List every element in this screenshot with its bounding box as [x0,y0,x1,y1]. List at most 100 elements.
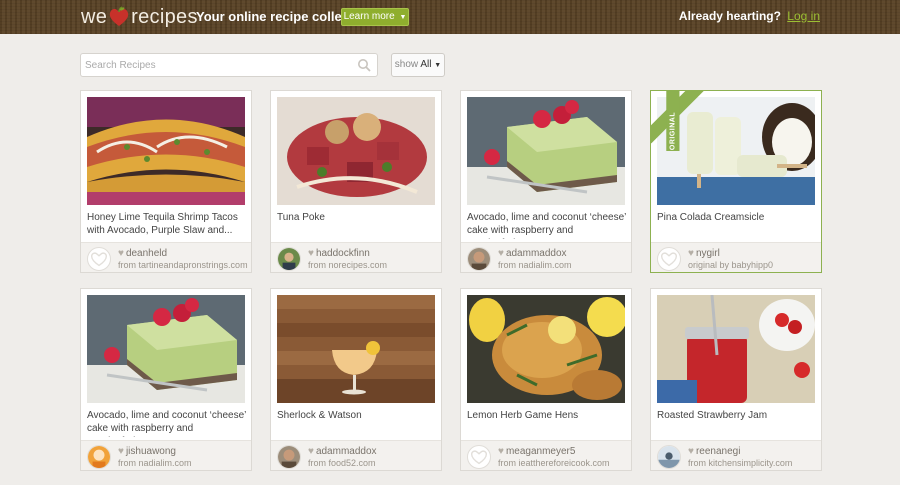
avatar[interactable] [277,445,301,469]
show-label: show [394,59,419,70]
heart-icon: ♥ [688,248,694,259]
search-icon[interactable] [357,58,371,72]
heart-outline-icon [90,252,108,267]
show-filter-dropdown[interactable]: show All ▼ [391,53,445,77]
search-input[interactable] [81,54,341,76]
login-link[interactable]: Log in [787,9,820,23]
recipe-title[interactable]: Honey Lime Tequila Shrimp Tacos with Avo… [87,211,247,239]
logo[interactable]: we recipes [81,5,198,29]
card-footer: ♥ jishuawong from nadialim.com [81,440,251,470]
learn-more-button[interactable]: Learn more ▼ [341,8,409,26]
heart-outline-icon [470,450,488,465]
card-footer: ♥ deanheld from tartineandapronstrings.co… [81,242,251,272]
recipe-source[interactable]: from kitchensimplicity.com [688,458,792,468]
username[interactable]: jishuawong [126,446,176,457]
recipe-source[interactable]: from nadialim.com [498,260,572,270]
recipe-source[interactable]: from food52.com [308,458,376,468]
heart-icon: ♥ [308,446,314,457]
recipe-source[interactable]: from ieatthereforeicook.com [498,458,610,468]
heart-icon: ♥ [118,446,124,457]
already-hearting-text: Already hearting? [678,9,781,23]
user-line: ♥ haddockfinn [308,248,370,259]
recipe-photo[interactable] [467,97,625,205]
user-line: ♥ adammaddox [308,446,377,457]
avatar[interactable] [87,247,111,271]
show-value: All [420,59,432,70]
heart-icon: ♥ [118,248,124,259]
user-line: ♥ nygirl [688,248,720,259]
apple-heart-icon [109,6,129,26]
username[interactable]: adammaddox [506,248,567,259]
avatar[interactable] [467,445,491,469]
recipe-photo[interactable] [87,295,245,403]
recipe-title[interactable]: Lemon Herb Game Hens [467,409,627,437]
card-footer: ♥ adammaddox from nadialim.com [461,242,631,272]
card-footer: ♥ haddockfinn from norecipes.com [271,242,441,272]
card-footer: ♥ meaganmeyer5 from ieatthereforeicook.co… [461,440,631,470]
recipe-source[interactable]: from norecipes.com [308,260,387,270]
original-badge-label: ORIGINAL [666,91,680,151]
recipe-source[interactable]: original by babyhipp0 [688,260,773,270]
original-badge: ⬥ ORIGINAL [651,91,708,151]
user-photo [278,446,300,468]
user-line: ♥ deanheld [118,248,167,259]
recipe-source[interactable]: from tartineandapronstrings.com [118,260,248,270]
recipe-photo[interactable] [657,295,815,403]
logo-recipes: recipes [131,5,198,28]
user-line: ♥ adammaddox [498,248,567,259]
user-photo [88,446,110,468]
original-ribbon: ⬥ ORIGINAL [651,91,711,151]
heart-icon: ♥ [308,248,314,259]
username[interactable]: reenanegi [696,446,740,457]
username[interactable]: haddockfinn [316,248,370,259]
avatar[interactable] [657,247,681,271]
login-prompt: Already hearting? Log in [679,9,820,23]
username[interactable]: deanheld [126,248,167,259]
recipe-card[interactable]: ⬥ ORIGINAL Pina Colada Creamsicle ♥nygir… [650,90,822,273]
user-photo [658,446,680,468]
caret-down-icon: ▼ [399,14,407,21]
recipe-source[interactable]: from nadialim.com [118,458,192,468]
logo-we: we [81,5,108,28]
recipe-photo[interactable] [467,295,625,403]
recipe-title[interactable]: Avocado, lime and coconut ‘cheese’ cake … [87,409,247,437]
avatar[interactable] [87,445,111,469]
recipe-photo[interactable] [277,97,435,205]
learn-more-label: Learn more [343,11,395,22]
recipe-card[interactable]: Sherlock & Watson ♥ adammaddox from food5… [270,288,442,471]
recipe-card[interactable]: Roasted Strawberry Jam ♥ reenanegi from k… [650,288,822,471]
search-box [80,53,378,77]
recipe-title[interactable]: Sherlock & Watson [277,409,437,437]
user-line: ♥ meaganmeyer5 [498,446,575,457]
recipe-title[interactable]: Avocado, lime and coconut ‘cheese’ cake … [467,211,627,239]
card-footer: ♥ reenanegi from kitchensimplicity.com [651,440,821,470]
recipe-card[interactable]: Lemon Herb Game Hens ♥ meaganmeyer5 from … [460,288,632,471]
avatar[interactable] [467,247,491,271]
caret-down-icon: ▼ [434,62,442,69]
recipe-card[interactable]: Tuna Poke ♥ haddockfinn from norecipes.co… [270,90,442,273]
heart-icon: ♥ [688,446,694,457]
heart-outline-icon [660,252,678,267]
heart-icon: ♥ [498,446,504,457]
recipe-card[interactable]: Avocado, lime and coconut ‘cheese’ cake … [460,90,632,273]
user-photo [278,248,300,270]
card-footer: ♥ adammaddox from food52.com [271,440,441,470]
user-line: ♥ reenanegi [688,446,740,457]
user-photo [468,248,490,270]
recipe-card[interactable]: Honey Lime Tequila Shrimp Tacos with Avo… [80,90,252,273]
username[interactable]: meaganmeyer5 [506,446,575,457]
heart-icon: ♥ [498,248,504,259]
username[interactable]: adammaddox [316,446,377,457]
avatar[interactable] [657,445,681,469]
username[interactable]: nygirl [696,248,720,259]
recipe-title[interactable]: Tuna Poke [277,211,437,239]
avatar[interactable] [277,247,301,271]
card-footer: ♥ nygirl original by babyhipp0 [651,242,821,272]
recipe-card[interactable]: Avocado, lime and coconut ‘cheese’ cake … [80,288,252,471]
recipe-photo[interactable] [87,97,245,205]
user-line: ♥ jishuawong [118,446,176,457]
top-header: we recipes Your online recipe collection… [0,0,900,34]
recipe-title[interactable]: Roasted Strawberry Jam [657,409,817,437]
recipe-photo[interactable] [277,295,435,403]
recipe-title[interactable]: Pina Colada Creamsicle [657,211,817,239]
